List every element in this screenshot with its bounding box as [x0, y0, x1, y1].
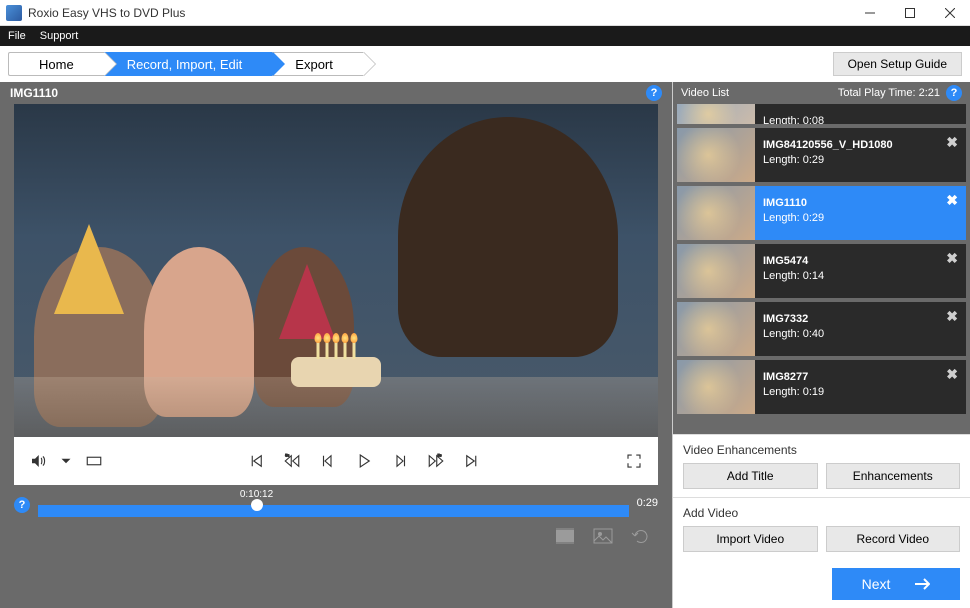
main-area: IMG1110 ? [0, 82, 970, 608]
remove-video-icon[interactable]: ✖ [946, 192, 958, 209]
next-label: Next [862, 576, 891, 592]
video-list-item[interactable]: IMG84120556_V_HD1080Length: 0:29 ✖ [677, 128, 966, 182]
video-name: IMG7332 [763, 312, 824, 327]
video-list-item[interactable]: IMG5474Length: 0:14 ✖ [677, 244, 966, 298]
video-list-item[interactable]: Length: 0:08 [677, 104, 966, 124]
preview-pane: IMG1110 ? [0, 82, 672, 608]
timeline-help-icon[interactable]: ? [14, 497, 30, 513]
video-list-item[interactable]: IMG7332Length: 0:40 ✖ [677, 302, 966, 356]
video-thumbnail [677, 104, 755, 124]
forward-icon[interactable]: 5s [422, 447, 450, 475]
video-length: Length: 0:19 [763, 385, 824, 400]
menu-file[interactable]: File [8, 30, 26, 42]
enhancements-label: Video Enhancements [683, 443, 960, 457]
frame-forward-icon[interactable] [386, 447, 414, 475]
app-title: Roxio Easy VHS to DVD Plus [28, 6, 850, 20]
video-info: IMG8277Length: 0:19 [755, 360, 832, 414]
playhead-handle[interactable] [251, 499, 263, 511]
preview-help-icon[interactable]: ? [646, 85, 662, 101]
nav-step-export[interactable]: Export [272, 52, 364, 76]
video-info: IMG1110Length: 0:29 [755, 186, 832, 240]
volume-menu-icon[interactable] [52, 447, 80, 475]
svg-text:5s: 5s [438, 454, 442, 458]
video-length: Length: 0:08 [763, 114, 824, 124]
minimize-button[interactable] [850, 0, 890, 26]
nav-steps: Home Record, Import, Edit Export [8, 52, 364, 76]
video-thumbnail [677, 186, 755, 240]
bottom-tools [0, 519, 672, 553]
video-length: Length: 0:29 [763, 153, 893, 168]
record-video-button[interactable]: Record Video [826, 526, 961, 552]
svg-text:5s: 5s [285, 454, 289, 458]
fullscreen-icon[interactable] [620, 447, 648, 475]
video-enhancements-section: Video Enhancements Add Title Enhancement… [673, 434, 970, 497]
transport-bar: 5s 5s [14, 437, 658, 485]
video-name: IMG5474 [763, 254, 824, 269]
video-info: IMG5474Length: 0:14 [755, 244, 832, 298]
preview-header: IMG1110 ? [0, 82, 672, 104]
video-thumbnail [677, 360, 755, 414]
video-info: Length: 0:08 [755, 104, 832, 124]
remove-video-icon[interactable]: ✖ [946, 134, 958, 151]
enhancements-button[interactable]: Enhancements [826, 463, 961, 489]
arrow-right-icon [914, 578, 930, 590]
next-row: Next [673, 560, 970, 608]
rewind-icon[interactable]: 5s [278, 447, 306, 475]
close-button[interactable] [930, 0, 970, 26]
remove-video-icon[interactable]: ✖ [946, 366, 958, 383]
menu-support[interactable]: Support [40, 30, 79, 42]
timeline-area: ? 0:10:12 0:29 [0, 485, 672, 519]
video-list-label: Video List [681, 87, 729, 99]
nav-step-home[interactable]: Home [8, 52, 104, 76]
side-help-icon[interactable]: ? [946, 85, 962, 101]
undo-icon[interactable] [628, 527, 654, 545]
remove-video-icon[interactable]: ✖ [946, 308, 958, 325]
photo-icon[interactable] [590, 527, 616, 545]
video-name: IMG84120556_V_HD1080 [763, 138, 893, 153]
open-setup-guide-button[interactable]: Open Setup Guide [833, 52, 962, 76]
timeline-duration: 0:29 [637, 497, 658, 513]
next-button[interactable]: Next [832, 568, 960, 600]
skip-start-icon[interactable] [242, 447, 270, 475]
video-thumbnail [677, 128, 755, 182]
side-pane: Video List Total Play Time: 2:21 ? Lengt… [672, 82, 970, 608]
video-info: IMG84120556_V_HD1080Length: 0:29 [755, 128, 901, 182]
frame-back-icon[interactable] [314, 447, 342, 475]
maximize-button[interactable] [890, 0, 930, 26]
total-playtime-label: Total Play Time: 2:21 [838, 87, 940, 99]
video-length: Length: 0:14 [763, 269, 824, 284]
video-thumbnail [677, 302, 755, 356]
video-preview[interactable] [14, 104, 658, 437]
nav-step-record[interactable]: Record, Import, Edit [104, 52, 273, 76]
import-video-button[interactable]: Import Video [683, 526, 818, 552]
navbar: Home Record, Import, Edit Export Open Se… [0, 46, 970, 82]
video-list-item[interactable]: IMG8277Length: 0:19 ✖ [677, 360, 966, 414]
add-title-button[interactable]: Add Title [683, 463, 818, 489]
add-video-section: Add Video Import Video Record Video [673, 497, 970, 560]
aspect-icon[interactable] [80, 447, 108, 475]
remove-video-icon[interactable]: ✖ [946, 250, 958, 267]
titlebar: Roxio Easy VHS to DVD Plus [0, 0, 970, 26]
video-list-item[interactable]: IMG1110Length: 0:29 ✖ [677, 186, 966, 240]
volume-icon[interactable] [24, 447, 52, 475]
skip-end-icon[interactable] [458, 447, 486, 475]
add-video-label: Add Video [683, 506, 960, 520]
window-controls [850, 0, 970, 26]
app-icon [6, 5, 22, 21]
play-icon[interactable] [350, 447, 378, 475]
video-length: Length: 0:29 [763, 211, 824, 226]
filmstrip-icon[interactable] [552, 527, 578, 545]
video-length: Length: 0:40 [763, 327, 824, 342]
preview-clip-name: IMG1110 [10, 86, 58, 100]
video-thumbnail [677, 244, 755, 298]
timeline-track[interactable]: 0:10:12 [38, 491, 629, 519]
video-name: IMG8277 [763, 370, 824, 385]
video-info: IMG7332Length: 0:40 [755, 302, 832, 356]
video-name: IMG1110 [763, 196, 824, 211]
video-list[interactable]: Length: 0:08IMG84120556_V_HD1080Length: … [673, 104, 970, 434]
menubar: File Support [0, 26, 970, 46]
side-header: Video List Total Play Time: 2:21 ? [673, 82, 970, 104]
